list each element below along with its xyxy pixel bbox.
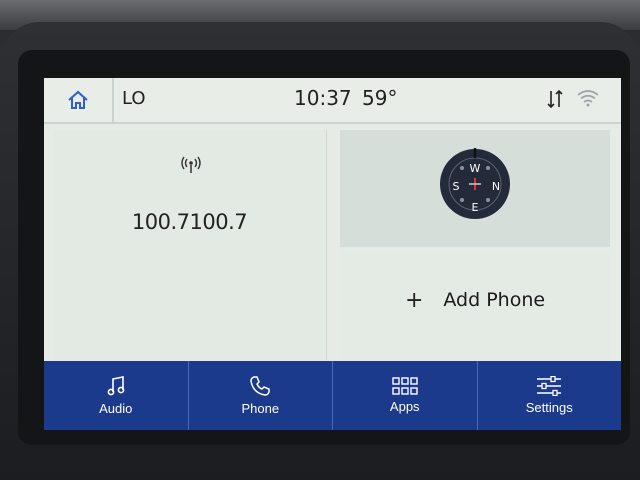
clock-time: 10:37 bbox=[294, 86, 352, 110]
apps-grid-icon bbox=[392, 377, 418, 395]
outside-temperature: 59° bbox=[362, 86, 398, 110]
nav-apps-button[interactable]: Apps bbox=[333, 361, 478, 430]
compass-letter-s: S bbox=[453, 180, 460, 193]
compass-letter-n: N bbox=[492, 180, 500, 193]
add-phone-tile[interactable]: + Add Phone bbox=[340, 250, 610, 360]
nav-apps-label: Apps bbox=[389, 399, 420, 414]
add-phone-button[interactable]: + Add Phone bbox=[340, 250, 610, 350]
compass-icon: W N S E bbox=[440, 148, 510, 219]
radio-signal-icon bbox=[181, 156, 201, 173]
add-phone-label: Add Phone bbox=[443, 289, 546, 311]
radio-frequency: 100.7100.7 bbox=[131, 210, 248, 234]
home-icon bbox=[68, 90, 88, 109]
home-button[interactable] bbox=[44, 78, 114, 122]
plus-icon: + bbox=[404, 287, 424, 313]
wifi-icon bbox=[577, 90, 599, 107]
compass-tile[interactable]: W N S E bbox=[340, 130, 610, 247]
infotainment-screen: LO 10:37 59° 100.7100.7 W N S E + Add Ph… bbox=[44, 78, 621, 430]
compass-letter-w: W bbox=[470, 162, 481, 175]
bottom-nav-bar: Audio Phone Apps Settings bbox=[44, 361, 621, 430]
data-transfer-icon bbox=[547, 89, 563, 109]
nav-settings-button[interactable]: Settings bbox=[478, 361, 622, 430]
nav-settings-label: Settings bbox=[525, 400, 573, 415]
nav-audio-label: Audio bbox=[99, 401, 133, 416]
climate-status[interactable]: LO bbox=[122, 88, 146, 109]
radio-tile[interactable]: 100.7100.7 bbox=[53, 130, 327, 360]
settings-sliders-icon bbox=[537, 376, 562, 396]
nav-phone-button[interactable]: Phone bbox=[189, 361, 333, 430]
music-note-icon bbox=[107, 376, 125, 396]
nav-audio-button[interactable]: Audio bbox=[44, 361, 189, 430]
status-bar: LO 10:37 59° bbox=[44, 78, 621, 124]
compass-letter-e: E bbox=[472, 201, 479, 214]
phone-icon bbox=[250, 376, 270, 396]
nav-phone-label: Phone bbox=[241, 401, 280, 416]
